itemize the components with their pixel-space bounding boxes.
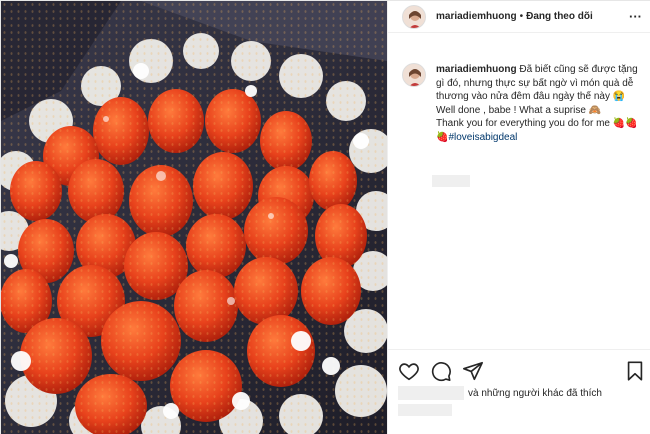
header-username[interactable]: mariadiemhuong	[436, 11, 517, 22]
strawberry-bouquet-image	[1, 1, 387, 434]
caption-avatar[interactable]	[402, 63, 426, 87]
post-details-panel: mariadiemhuong • Đang theo dõi ··· maria…	[387, 1, 650, 434]
post-time-redacted	[398, 404, 452, 416]
heart-icon[interactable]	[398, 360, 420, 382]
liker-name-redacted	[398, 386, 464, 400]
more-dots-icon[interactable]: ···	[629, 9, 642, 24]
post-header: mariadiemhuong • Đang theo dõi ···	[388, 1, 650, 33]
caption-username[interactable]: mariadiemhuong	[436, 64, 517, 75]
separator-dot: •	[519, 11, 524, 22]
likes-summary: và những người khác đã thích	[398, 386, 602, 400]
caption-comment: mariadiemhuong Đã biết cũng sẽ được tặng…	[402, 63, 642, 144]
caption-text: mariadiemhuong Đã biết cũng sẽ được tặng…	[436, 63, 641, 144]
instagram-post: mariadiemhuong • Đang theo dõi ··· maria…	[0, 0, 650, 434]
post-photo[interactable]	[1, 1, 387, 434]
share-icon[interactable]	[462, 360, 484, 382]
likes-text[interactable]: và những người khác đã thích	[468, 388, 602, 399]
action-bar	[388, 349, 650, 385]
comment-icon[interactable]	[430, 360, 452, 382]
hashtag-link[interactable]: #loveisabigdeal	[448, 132, 517, 143]
caption-timestamp-redacted	[432, 175, 470, 187]
follow-status-button[interactable]: Đang theo dõi	[526, 11, 593, 22]
bookmark-icon[interactable]	[624, 360, 646, 382]
avatar[interactable]	[402, 4, 426, 29]
caption-line-2: Well done , babe ! What a suprise 🙈	[436, 104, 602, 116]
